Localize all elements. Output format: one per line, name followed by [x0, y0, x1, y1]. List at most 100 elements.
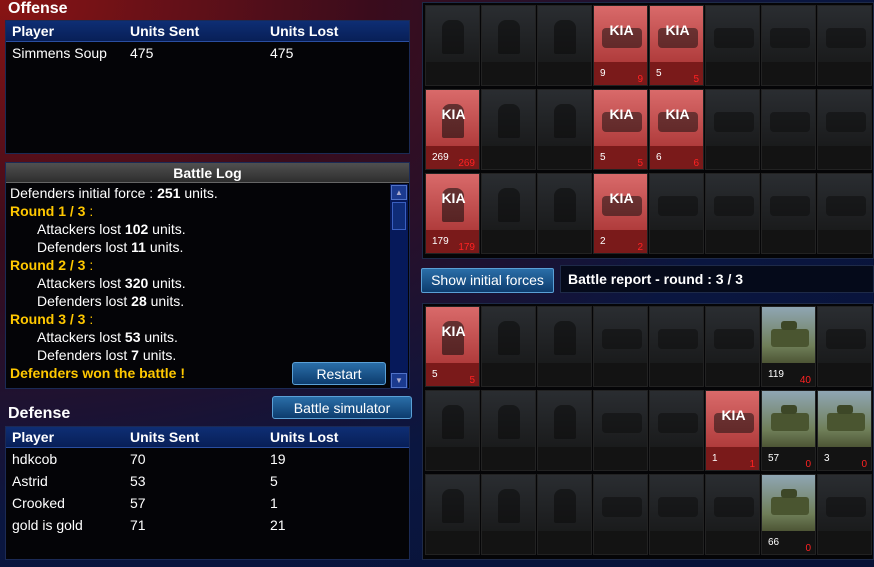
vehicle-portrait	[818, 90, 871, 146]
table-row: hdkcob 70 19	[6, 448, 409, 470]
unit-slot[interactable]: KIA 269 269	[425, 89, 480, 170]
unit-slot[interactable]: KIA 1 1	[705, 390, 760, 471]
unit-slot[interactable]	[537, 390, 592, 471]
vehicle-portrait	[706, 6, 759, 62]
unit-count: 5	[600, 152, 606, 163]
unit-lost: 9	[637, 74, 643, 85]
unit-slot[interactable]: KIA 5 5	[425, 306, 480, 387]
units-lost: 475	[270, 45, 294, 61]
table-row: Simmens Soup 475 475	[6, 42, 409, 64]
unit-slot[interactable]	[817, 306, 872, 387]
scroll-thumb[interactable]	[392, 202, 406, 230]
defense-unit-grid: KIA 5 5 119 40 KIA 1 1 57 0 3 0 66 0	[422, 303, 874, 560]
unit-slot[interactable]	[481, 390, 536, 471]
unit-slot[interactable]	[425, 390, 480, 471]
tank-icon	[714, 329, 754, 349]
unit-slot[interactable]	[761, 5, 816, 86]
battle-simulator-button[interactable]: Battle simulator	[272, 396, 412, 419]
unit-slot[interactable]: KIA 179 179	[425, 173, 480, 254]
unit-slot[interactable]: 30	[817, 390, 872, 471]
unit-slot[interactable]	[705, 306, 760, 387]
tank-icon	[826, 329, 866, 349]
unit-count: 6	[656, 152, 662, 163]
tank-icon	[658, 196, 698, 216]
log-attackers-lost: Attackers lost 102 units.	[37, 221, 186, 237]
unit-slot[interactable]	[593, 306, 648, 387]
unit-slot[interactable]	[425, 474, 480, 555]
unit-slot[interactable]	[705, 5, 760, 86]
unit-slot[interactable]	[705, 173, 760, 254]
log-defenders-lost: Defenders lost 11 units.	[37, 239, 184, 255]
unit-slot[interactable]	[537, 89, 592, 170]
battle-log: Battle Log Defenders initial force : 251…	[5, 162, 410, 389]
vehicle-portrait	[594, 475, 647, 531]
unit-slot[interactable]	[593, 390, 648, 471]
scroll-down-icon[interactable]: ▼	[391, 373, 407, 388]
unit-slot[interactable]	[649, 173, 704, 254]
scroll-up-icon[interactable]: ▲	[391, 185, 407, 200]
units-lost: 5	[270, 473, 278, 489]
unit-slot[interactable]	[817, 5, 872, 86]
unit-lost: 0	[861, 459, 867, 470]
vehicle-portrait	[818, 475, 871, 531]
unit-slot[interactable]: KIA 2 2	[593, 173, 648, 254]
unit-slot[interactable]: KIA 9 9	[593, 5, 648, 86]
unit-slot[interactable]: KIA 5 5	[593, 89, 648, 170]
player-name: hdkcob	[12, 451, 58, 467]
vehicle-portrait	[706, 90, 759, 146]
tank-icon	[658, 497, 698, 517]
unit-lost: 269	[458, 158, 475, 169]
unit-slot[interactable]: 66 0	[761, 474, 816, 555]
tank-icon	[827, 405, 865, 431]
unit-slot[interactable]	[481, 173, 536, 254]
unit-slot[interactable]	[537, 5, 592, 86]
unit-slot[interactable]: KIA 6 6	[649, 89, 704, 170]
restart-button[interactable]: Restart	[292, 362, 386, 385]
soldier-icon	[554, 188, 576, 222]
unit-slot[interactable]	[425, 5, 480, 86]
show-initial-forces-button[interactable]: Show initial forces	[421, 268, 554, 293]
soldier-portrait	[426, 475, 479, 531]
unit-slot[interactable]	[481, 89, 536, 170]
unit-slot[interactable]	[705, 89, 760, 170]
kia-label: KIA	[609, 106, 634, 122]
unit-slot[interactable]	[761, 173, 816, 254]
kia-label: KIA	[665, 106, 690, 122]
unit-slot[interactable]	[537, 173, 592, 254]
unit-count: 5	[432, 369, 438, 380]
unit-slot[interactable]	[705, 474, 760, 555]
kia-label: KIA	[721, 407, 746, 423]
unit-slot[interactable]: KIA 5 5	[649, 5, 704, 86]
unit-slot[interactable]	[817, 173, 872, 254]
unit-slot[interactable]	[761, 89, 816, 170]
unit-count: 66	[768, 537, 780, 548]
kia-label: KIA	[609, 22, 634, 38]
tank-icon	[602, 413, 642, 433]
soldier-portrait	[538, 307, 591, 363]
unit-count: 269	[432, 152, 449, 163]
unit-slot[interactable]	[481, 5, 536, 86]
unit-slot[interactable]	[537, 306, 592, 387]
tank-icon	[826, 196, 866, 216]
unit-count: 179	[432, 236, 449, 247]
unit-slot[interactable]: 119 40	[761, 306, 816, 387]
unit-slot[interactable]	[817, 474, 872, 555]
unit-count: 5	[656, 68, 662, 79]
unit-slot[interactable]	[649, 390, 704, 471]
unit-slot[interactable]	[481, 474, 536, 555]
unit-slot[interactable]	[649, 306, 704, 387]
table-row: Crooked 57 1	[6, 492, 409, 514]
unit-slot[interactable]	[481, 306, 536, 387]
unit-slot[interactable]: 57 0	[761, 390, 816, 471]
table-row: Astrid 53 5	[6, 470, 409, 492]
vehicle-portrait	[706, 307, 759, 363]
unit-slot[interactable]	[817, 89, 872, 170]
unit-slot[interactable]	[593, 474, 648, 555]
log-scrollbar[interactable]: ▲ ▼	[390, 184, 408, 389]
soldier-icon	[498, 188, 520, 222]
tank-icon	[770, 196, 810, 216]
vehicle-portrait	[650, 475, 703, 531]
unit-slot[interactable]	[649, 474, 704, 555]
soldier-portrait	[482, 475, 535, 531]
unit-slot[interactable]	[537, 474, 592, 555]
